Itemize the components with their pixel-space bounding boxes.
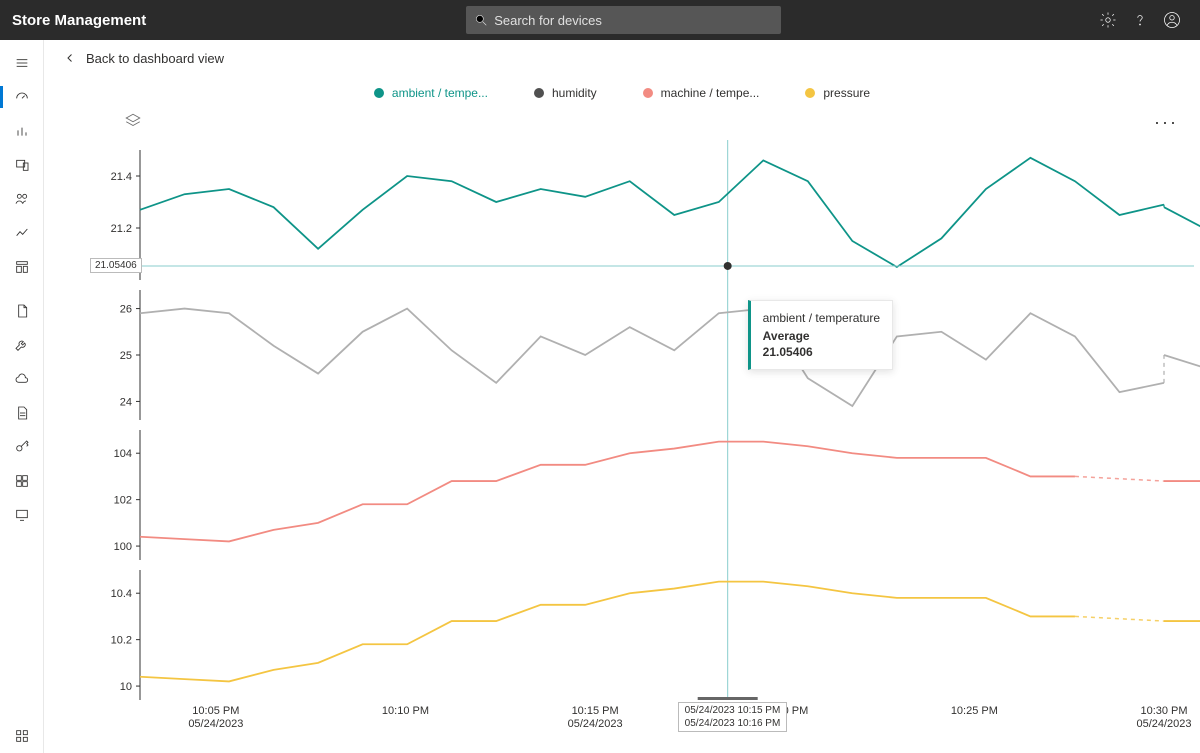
wrench-icon: [14, 337, 30, 353]
chart-tooltip: ambient / temperature Average 21.05406: [748, 300, 893, 370]
sidebar-item-files[interactable]: [0, 396, 44, 430]
sidebar-item-dashboard[interactable]: [0, 80, 44, 114]
legend-dot: [374, 88, 384, 98]
svg-text:21.4: 21.4: [111, 171, 132, 183]
sidebar-item-devices[interactable]: [0, 148, 44, 182]
svg-text:10:25 PM: 10:25 PM: [951, 705, 998, 717]
grid-icon: [14, 473, 30, 489]
svg-text:10.4: 10.4: [111, 588, 132, 600]
gear-icon: [1099, 11, 1117, 29]
cursor-x-line1: 05/24/2023 10:15 PM: [685, 704, 781, 717]
bar-chart-icon: [14, 123, 30, 139]
sidebar: [0, 40, 44, 753]
svg-text:10:05 PM: 10:05 PM: [192, 705, 239, 717]
search-icon: [474, 13, 488, 27]
breadcrumb-label: Back to dashboard view: [86, 51, 224, 66]
cursor-y-badge: 21.05406: [90, 258, 142, 273]
app-title: Store Management: [12, 12, 146, 29]
svg-text:10:30 PM: 10:30 PM: [1140, 705, 1187, 717]
svg-text:104: 104: [114, 448, 132, 460]
legend-machine-temperature[interactable]: machine / tempe...: [643, 86, 760, 100]
legend-dot: [805, 88, 815, 98]
key-icon: [14, 439, 30, 455]
sidebar-item-cloud[interactable]: [0, 362, 44, 396]
template-icon: [14, 259, 30, 275]
legend-humidity[interactable]: humidity: [534, 86, 597, 100]
svg-text:10:10 PM: 10:10 PM: [382, 705, 429, 717]
apps-icon: [14, 728, 30, 744]
legend-label: machine / tempe...: [661, 86, 760, 100]
account-button[interactable]: [1156, 4, 1188, 36]
legend-label: humidity: [552, 86, 597, 100]
cloud-icon: [14, 371, 30, 387]
monitor-icon: [14, 507, 30, 523]
svg-text:21.2: 21.2: [111, 223, 132, 235]
legend-label: ambient / tempe...: [392, 86, 488, 100]
telemetry-chart[interactable]: 21.2 21.4 24 25 26 100 102 104 10 10.2 10.4 10:05 P…: [44, 110, 1200, 730]
devices-icon: [14, 157, 30, 173]
svg-text:05/24/2023: 05/24/2023: [188, 718, 243, 730]
svg-text:26: 26: [120, 304, 132, 316]
sidebar-item-templates[interactable]: [0, 250, 44, 284]
svg-text:10.2: 10.2: [111, 635, 132, 647]
cursor-x-line2: 05/24/2023 10:16 PM: [685, 717, 781, 730]
sidebar-item-export[interactable]: [0, 294, 44, 328]
svg-text:25: 25: [120, 350, 132, 362]
sidebar-item-rules[interactable]: [0, 216, 44, 250]
back-to-dashboard[interactable]: Back to dashboard view: [44, 40, 1200, 76]
svg-text:24: 24: [120, 396, 132, 408]
user-circle-icon: [1163, 11, 1181, 29]
sidebar-item-monitor[interactable]: [0, 498, 44, 532]
hamburger-icon: [14, 55, 30, 71]
svg-text:10:15 PM: 10:15 PM: [572, 705, 619, 717]
chevron-left-icon: [64, 52, 76, 64]
sidebar-menu-toggle[interactable]: [0, 46, 44, 80]
chart-legend: ambient / tempe... humidity machine / te…: [44, 76, 1200, 110]
legend-dot: [643, 88, 653, 98]
cursor-x-badge: 05/24/2023 10:15 PM 05/24/2023 10:16 PM: [678, 702, 788, 732]
legend-ambient-temperature[interactable]: ambient / tempe...: [374, 86, 488, 100]
sidebar-item-keys[interactable]: [0, 430, 44, 464]
svg-text:100: 100: [114, 541, 132, 553]
file-icon: [14, 405, 30, 421]
line-chart-icon: [14, 225, 30, 241]
group-icon: [14, 191, 30, 207]
svg-text:102: 102: [114, 495, 132, 507]
svg-text:10: 10: [120, 681, 132, 693]
sidebar-item-device-groups[interactable]: [0, 182, 44, 216]
settings-button[interactable]: [1092, 4, 1124, 36]
question-icon: [1131, 11, 1149, 29]
svg-text:05/24/2023: 05/24/2023: [1136, 718, 1191, 730]
sidebar-item-grid[interactable]: [0, 464, 44, 498]
sidebar-item-jobs[interactable]: [0, 328, 44, 362]
legend-label: pressure: [823, 86, 870, 100]
help-button[interactable]: [1124, 4, 1156, 36]
tooltip-aggregation: Average: [763, 329, 880, 343]
svg-text:05/24/2023: 05/24/2023: [568, 718, 623, 730]
legend-pressure[interactable]: pressure: [805, 86, 870, 100]
sidebar-item-apps[interactable]: [0, 719, 44, 753]
file-export-icon: [14, 303, 30, 319]
tooltip-value: 21.05406: [763, 345, 880, 359]
search-input[interactable]: Search for devices: [466, 6, 781, 34]
tooltip-series: ambient / temperature: [763, 311, 880, 325]
legend-dot: [534, 88, 544, 98]
sidebar-item-analytics[interactable]: [0, 114, 44, 148]
gauge-icon: [14, 89, 30, 105]
search-placeholder: Search for devices: [494, 13, 602, 28]
